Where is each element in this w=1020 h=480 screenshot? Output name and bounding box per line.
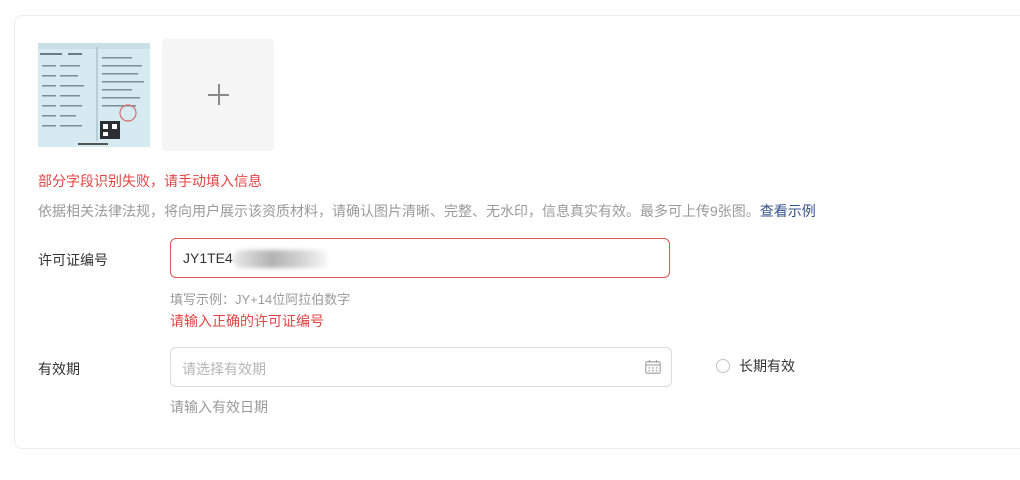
license-thumbnail[interactable] [38, 43, 150, 147]
validity-label: 有效期 [38, 361, 80, 377]
validity-error: 请输入有效日期 [170, 399, 268, 415]
redacted-value [233, 250, 329, 268]
add-image-button[interactable] [162, 39, 274, 151]
license-document-image [38, 43, 150, 147]
license-number-value: JY1TE4 [183, 250, 233, 266]
license-error: 请输入正确的许可证编号 [170, 313, 324, 329]
validity-placeholder: 请选择有效期 [182, 361, 266, 377]
validity-date-picker[interactable]: 请选择有效期 [170, 347, 672, 387]
license-example-hint: 填写示例：JY+14位阿拉伯数字 [170, 292, 351, 307]
long-term-radio[interactable]: 长期有效 [716, 357, 795, 375]
calendar-icon [645, 360, 661, 374]
long-term-label: 长期有效 [739, 358, 795, 374]
license-number-label: 许可证编号 [38, 252, 108, 268]
radio-circle-icon[interactable] [716, 359, 730, 373]
license-number-input[interactable]: JY1TE4 [170, 238, 670, 278]
view-example-link[interactable]: 查看示例 [760, 203, 816, 219]
upload-hint-text: 依据相关法律法规，将向用户展示该资质材料，请确认图片清晰、完整、无水印，信息真实… [38, 203, 760, 219]
recognition-error: 部分字段识别失败，请手动填入信息 [38, 173, 262, 189]
upload-hint: 依据相关法律法规，将向用户展示该资质材料，请确认图片清晰、完整、无水印，信息真实… [38, 201, 816, 221]
